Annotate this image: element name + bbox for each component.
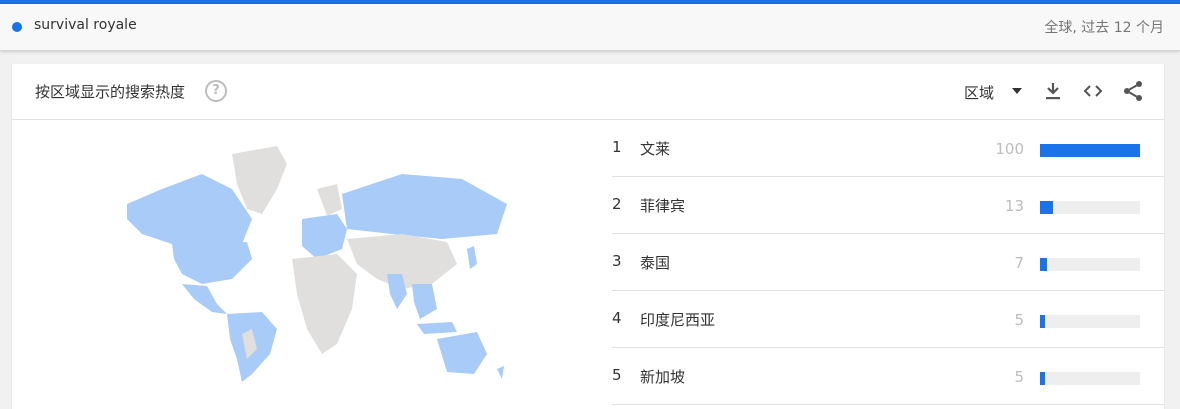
- search-term-bar: survival royale 全球, 过去 12 个月: [0, 4, 1180, 51]
- region-value: 5: [1014, 311, 1024, 329]
- region-name[interactable]: 菲律宾: [640, 195, 685, 216]
- region-dropdown[interactable]: 区域: [964, 82, 994, 103]
- ranking-row[interactable]: 5 新加坡 5: [612, 348, 1164, 405]
- bar-fill: [1040, 315, 1045, 328]
- ranking-row[interactable]: 1 文莱 100: [612, 120, 1164, 177]
- card-title: 按区域显示的搜索热度: [35, 83, 186, 101]
- map-africa: [292, 254, 357, 354]
- bar-fill: [1040, 258, 1047, 271]
- card-header: 按区域显示的搜索热度 ? 区域: [12, 64, 1164, 120]
- region-name[interactable]: 新加坡: [640, 366, 685, 387]
- bar-fill: [1040, 201, 1053, 214]
- rank-number: 2: [612, 195, 622, 213]
- ranking-row[interactable]: 3 泰国 7: [612, 234, 1164, 291]
- ranking-row[interactable]: 4 印度尼西亚 5: [612, 291, 1164, 348]
- help-icon[interactable]: ?: [205, 80, 227, 102]
- bar-track: [1040, 144, 1140, 157]
- map-japan: [467, 246, 477, 269]
- bar-fill: [1040, 144, 1140, 157]
- bar-track: [1040, 315, 1140, 328]
- region-value: 7: [1014, 254, 1024, 272]
- world-map[interactable]: [102, 134, 512, 384]
- bar-fill: [1040, 372, 1045, 385]
- map-europe: [302, 214, 347, 259]
- region-ranking-list: 1 文莱 100 2 菲律宾 13 3 泰国 7 4 印度尼西亚 5 5 新加坡…: [612, 120, 1164, 405]
- rank-number: 4: [612, 309, 622, 327]
- share-icon[interactable]: [1121, 79, 1145, 103]
- region-value: 13: [1004, 197, 1024, 215]
- map-new-zealand: [497, 366, 504, 379]
- rank-number: 1: [612, 138, 622, 156]
- rank-number: 3: [612, 252, 622, 270]
- map-russia: [342, 174, 507, 239]
- region-name[interactable]: 印度尼西亚: [640, 309, 715, 330]
- rank-number: 5: [612, 366, 622, 384]
- chevron-down-icon[interactable]: [1012, 88, 1022, 94]
- download-icon[interactable]: [1041, 79, 1065, 103]
- map-southeast-asia: [412, 284, 437, 319]
- map-indonesia: [417, 322, 457, 334]
- bar-track: [1040, 258, 1140, 271]
- term-scope: 全球, 过去 12 个月: [1044, 20, 1164, 36]
- region-value: 100: [995, 140, 1024, 158]
- term-label[interactable]: survival royale: [34, 17, 137, 33]
- ranking-row[interactable]: 2 菲律宾 13: [612, 177, 1164, 234]
- map-canada: [127, 174, 252, 244]
- map-australia: [437, 332, 487, 374]
- map-scandinavia: [317, 184, 342, 216]
- bar-track: [1040, 372, 1140, 385]
- interest-by-region-card: 按区域显示的搜索热度 ? 区域 1 文莱 100 2 菲律宾 13 3 泰国 7…: [12, 64, 1164, 409]
- bar-track: [1040, 201, 1140, 214]
- region-value: 5: [1014, 368, 1024, 386]
- map-mexico: [182, 284, 227, 314]
- embed-icon[interactable]: [1081, 79, 1105, 103]
- region-name[interactable]: 文莱: [640, 138, 670, 159]
- map-usa: [172, 242, 252, 284]
- region-name[interactable]: 泰国: [640, 252, 670, 273]
- term-color-dot: [12, 22, 22, 32]
